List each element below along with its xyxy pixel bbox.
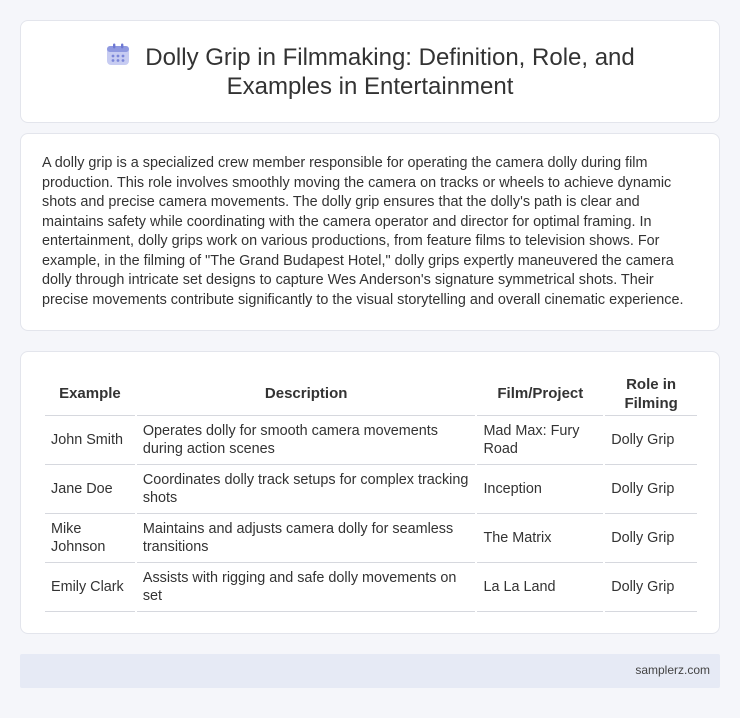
cell-film: La La Land (477, 563, 604, 612)
table-row: Emily Clark Assists with rigging and saf… (45, 563, 697, 612)
cell-role: Dolly Grip (605, 416, 697, 465)
cell-film: Mad Max: Fury Road (477, 416, 604, 465)
header-role: Role in Filming (605, 372, 697, 416)
header-example: Example (45, 372, 135, 416)
cell-film: The Matrix (477, 514, 604, 563)
table-header-row: Example Description Film/Project Role in… (45, 372, 697, 416)
title-card: Dolly Grip in Filmmaking: Definition, Ro… (20, 20, 720, 123)
table-row: Mike Johnson Maintains and adjusts camer… (45, 514, 697, 563)
cell-description: Assists with rigging and safe dolly move… (136, 563, 476, 612)
cell-description: Maintains and adjusts camera dolly for s… (136, 514, 476, 563)
cell-description: Operates dolly for smooth camera movemen… (136, 416, 476, 465)
cell-film: Inception (477, 465, 604, 514)
cell-role: Dolly Grip (605, 465, 697, 514)
cell-example: Emily Clark (45, 563, 135, 612)
examples-table: Example Description Film/Project Role in… (43, 372, 699, 612)
calendar-icon (107, 43, 130, 65)
footer-site-link[interactable]: samplerz.com (635, 663, 710, 677)
intro-card: A dolly grip is a specialized crew membe… (20, 133, 720, 331)
footer-bar: samplerz.com (20, 654, 720, 688)
page-title: Dolly Grip in Filmmaking: Definition, Ro… (145, 44, 635, 100)
table-card: Example Description Film/Project Role in… (20, 351, 720, 634)
intro-paragraph: A dolly grip is a specialized crew membe… (42, 155, 684, 308)
cell-example: Mike Johnson (45, 514, 135, 563)
header-description: Description (136, 372, 476, 416)
cell-example: John Smith (45, 416, 135, 465)
cell-role: Dolly Grip (605, 563, 697, 612)
cell-role: Dolly Grip (605, 514, 697, 563)
table-row: Jane Doe Coordinates dolly track setups … (45, 465, 697, 514)
cell-description: Coordinates dolly track setups for compl… (136, 465, 476, 514)
table-row: John Smith Operates dolly for smooth cam… (45, 416, 697, 465)
page-title-wrap: Dolly Grip in Filmmaking: Definition, Ro… (51, 43, 689, 101)
cell-example: Jane Doe (45, 465, 135, 514)
header-film: Film/Project (477, 372, 604, 416)
